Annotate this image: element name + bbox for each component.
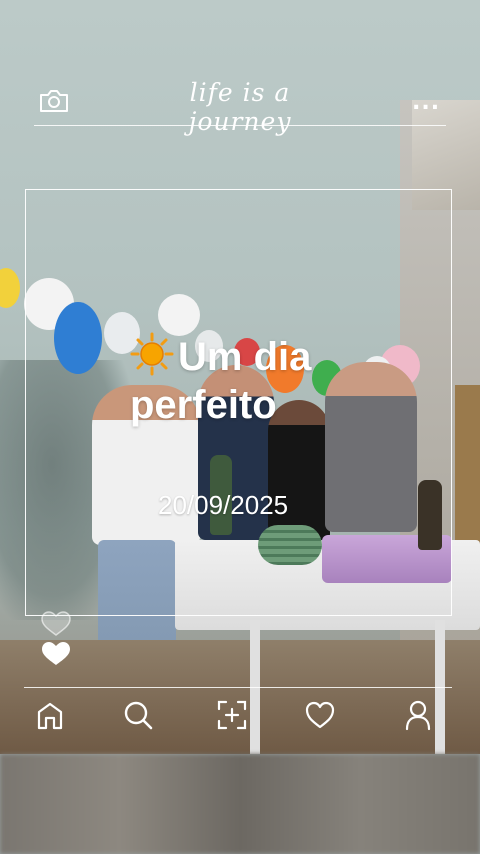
sun-emoji-icon	[130, 332, 174, 376]
bottom-blurred-area	[0, 754, 480, 854]
home-icon[interactable]	[34, 699, 66, 731]
add-icon[interactable]	[216, 699, 248, 731]
heart-icon[interactable]	[304, 699, 336, 731]
post-date: 20/09/2025	[158, 490, 289, 520]
more-dots-icon[interactable]: ...	[412, 90, 440, 115]
post-caption: Um dia perfeito	[130, 332, 430, 429]
heart-filled-icon	[42, 642, 70, 665]
profile-icon[interactable]	[402, 699, 434, 731]
balloon-yellow	[0, 268, 20, 308]
page-title: life is a journey	[188, 78, 292, 136]
nav-divider	[24, 687, 452, 688]
heart-outline-icon	[41, 611, 71, 636]
camera-icon[interactable]	[38, 88, 70, 114]
header-divider	[34, 125, 446, 126]
search-icon[interactable]	[122, 699, 154, 731]
likes-stack[interactable]	[38, 608, 74, 668]
